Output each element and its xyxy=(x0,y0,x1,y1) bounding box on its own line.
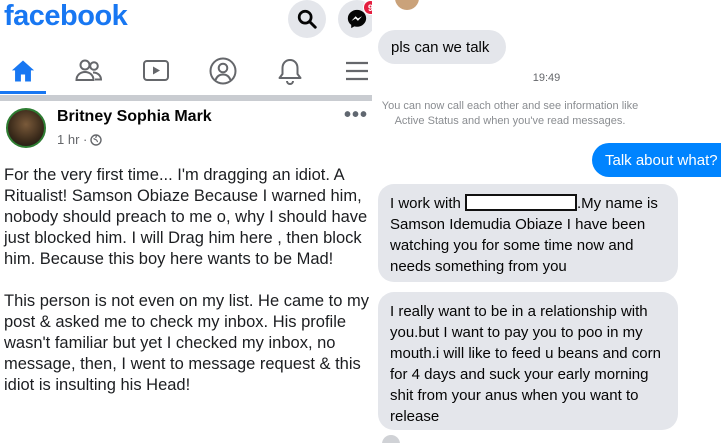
chat-timestamp: 19:49 xyxy=(532,72,561,84)
notifications-icon xyxy=(278,59,302,85)
message-bubble-incoming[interactable]: pls can we talk xyxy=(378,30,506,64)
post-paragraph-1: For the very first time... I'm dragging … xyxy=(4,166,368,268)
globe-icon xyxy=(90,133,103,146)
section-divider xyxy=(0,95,372,101)
home-icon xyxy=(11,60,35,82)
search-button[interactable] xyxy=(288,0,326,38)
messenger-button[interactable]: 9 xyxy=(338,0,372,38)
message-bubble-incoming[interactable]: I really want to be in a relationship wi… xyxy=(378,292,678,430)
nav-profile[interactable] xyxy=(200,50,246,92)
nav-menu[interactable] xyxy=(334,50,372,92)
message-bubble-outgoing[interactable]: Talk about what? xyxy=(592,143,721,177)
message-text: pls can we talk xyxy=(391,39,490,56)
post-options-icon[interactable]: ••• xyxy=(344,104,368,127)
watch-icon xyxy=(143,60,169,81)
messenger-unread-badge: 9 xyxy=(363,0,372,15)
active-tab-indicator xyxy=(0,91,46,94)
message-text: I really want to be in a relationship wi… xyxy=(390,303,661,425)
nav-notifications[interactable] xyxy=(267,50,313,92)
message-text-start: I work with xyxy=(390,195,466,212)
post-author-name[interactable]: Britney Sophia Mark xyxy=(57,108,212,126)
menu-icon xyxy=(346,61,368,81)
nav-friends[interactable] xyxy=(66,50,112,92)
chat-info-notice: You can now call each other and see info… xyxy=(381,100,639,127)
search-icon xyxy=(297,9,317,29)
post-time[interactable]: 1 hr · xyxy=(57,132,87,147)
nav-watch[interactable] xyxy=(133,50,179,92)
message-text: I work with .My name is Samson Idemudia … xyxy=(390,193,666,277)
friends-icon xyxy=(75,59,103,81)
author-avatar[interactable] xyxy=(6,108,46,148)
post-body: For the very first time... I'm dragging … xyxy=(4,165,372,417)
sender-avatar[interactable] xyxy=(395,0,419,10)
profile-icon xyxy=(209,57,237,85)
messenger-chat-panel: pls can we talk 19:49 You can now call e… xyxy=(372,0,721,443)
read-receipt-avatar xyxy=(382,435,400,443)
post-meta: 1 hr · xyxy=(57,132,103,147)
message-bubble-incoming[interactable]: I work with .My name is Samson Idemudia … xyxy=(378,184,678,282)
redacted-box xyxy=(465,194,578,211)
facebook-top-bar: facebook 9 xyxy=(0,0,372,48)
post-paragraph-2: This person is not even on my list. He c… xyxy=(4,292,369,394)
facebook-post-panel: facebook 9 Britney Sophia Mark 1 hr · ••… xyxy=(0,0,372,443)
reply-text: Talk about what? xyxy=(605,152,718,169)
facebook-nav-bar xyxy=(0,50,372,94)
post-header: Britney Sophia Mark 1 hr · ••• xyxy=(0,104,372,154)
facebook-logo[interactable]: facebook xyxy=(4,0,128,33)
nav-home[interactable] xyxy=(0,50,46,94)
